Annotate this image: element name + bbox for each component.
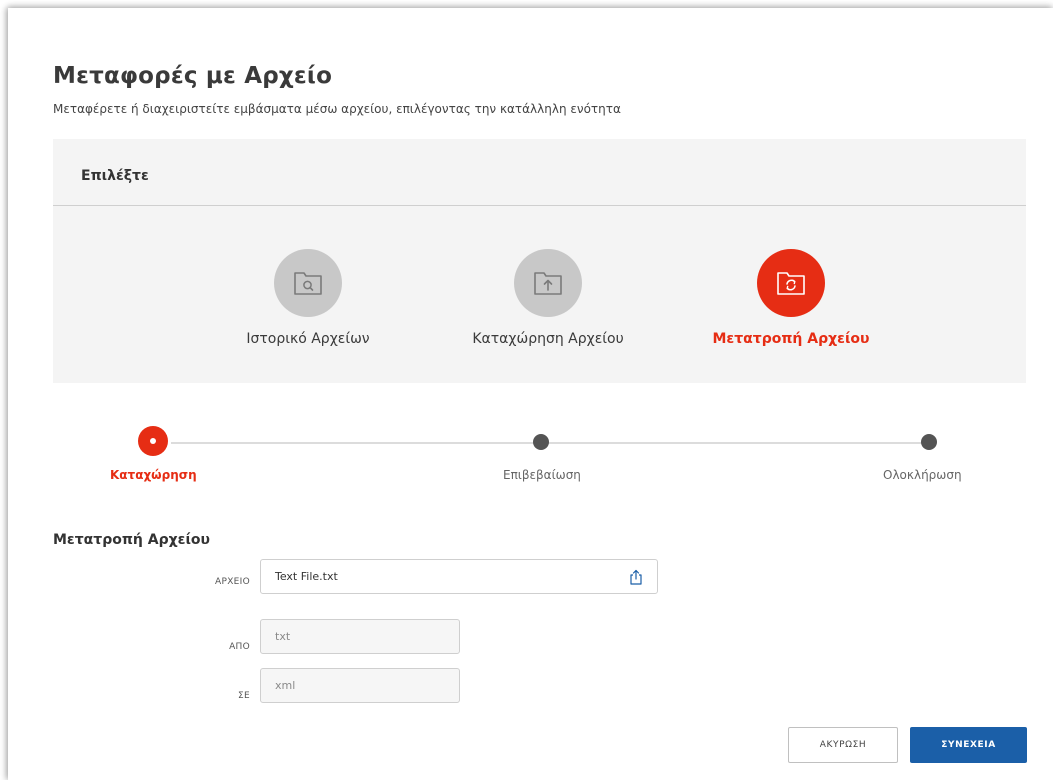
to-field-value: xml [275,679,296,692]
from-field-value: txt [275,630,291,643]
option-file-convert[interactable]: Μετατροπή Αρχείου [691,249,891,347]
to-field[interactable]: xml [260,668,460,703]
from-field-label: ΑΠΟ [229,642,250,652]
folder-upload-icon [534,272,562,295]
stepper-line-1 [171,442,541,444]
upload-icon[interactable] [629,569,643,585]
cancel-button[interactable]: ΑΚΥΡΩΣΗ [788,727,898,763]
file-field[interactable]: Text File.txt [260,559,658,594]
option-file-convert-label: Μετατροπή Αρχείου [712,331,870,347]
step-1-marker [138,426,168,456]
progress-stepper: Καταχώρηση Επιβεβαίωση Ολοκλήρωση [53,418,1026,498]
to-field-label: ΣΕ [238,691,250,701]
option-file-register-circle [514,249,582,317]
from-field[interactable]: txt [260,619,460,654]
file-field-label: ΑΡΧΕΙΟ [215,577,250,587]
page-title: Μεταφορές με Αρχείο [53,63,333,89]
option-file-history-circle [274,249,342,317]
option-file-register[interactable]: Καταχώρηση Αρχείου [448,249,648,347]
option-file-history[interactable]: Ιστορικό Αρχείων [208,249,408,347]
continue-button[interactable]: ΣΥΝΕΧΕΙΑ [910,727,1027,763]
selection-header-title: Επιλέξτε [81,168,149,184]
option-file-convert-circle [757,249,825,317]
selection-panel: Επιλέξτε Ιστορικό Αρχείων Καταχώρηση Αρχ… [53,139,1026,383]
folder-convert-icon [777,272,805,295]
folder-search-icon [294,272,322,295]
stepper-line-2 [547,442,931,444]
step-3-marker [921,434,937,450]
page-frame: Μεταφορές με Αρχείο Μεταφέρετε ή διαχειρ… [8,8,1053,780]
page-subtitle: Μεταφέρετε ή διαχειριστείτε εμβάσματα μέ… [53,102,621,116]
option-file-register-label: Καταχώρηση Αρχείου [472,331,624,347]
option-file-history-label: Ιστορικό Αρχείων [246,331,370,347]
selection-header: Επιλέξτε [53,139,1026,206]
step-1-label: Καταχώρηση [110,468,197,482]
file-field-value: Text File.txt [275,570,338,583]
form-section-title: Μετατροπή Αρχείου [53,532,210,548]
step-3-label: Ολοκλήρωση [883,468,962,482]
step-1-marker-inner [150,438,156,444]
step-2-marker [533,434,549,450]
step-2-label: Επιβεβαίωση [503,468,581,482]
